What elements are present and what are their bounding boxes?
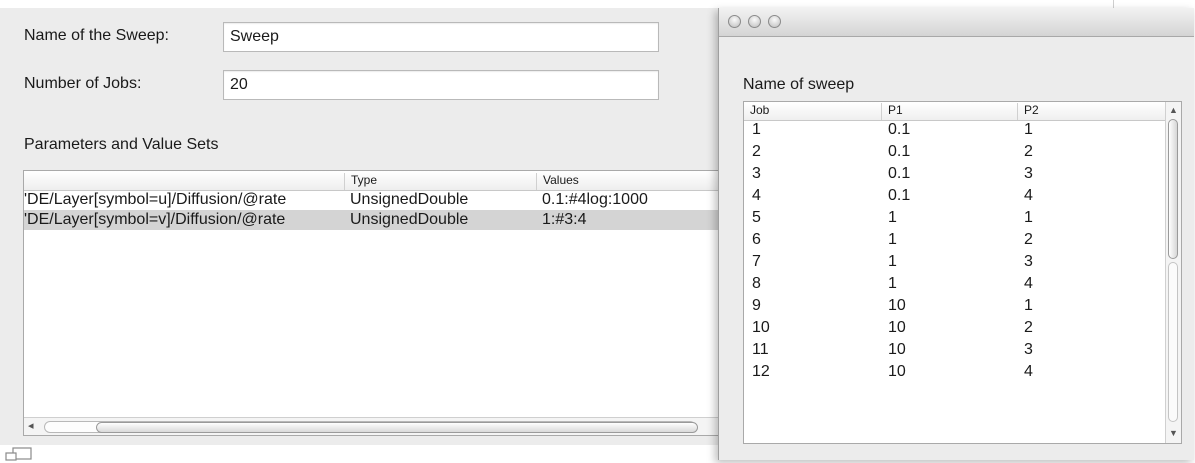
parameter-type-cell: UnsignedDouble [350, 211, 469, 228]
job-cell: 12 [752, 363, 770, 380]
parameter-values-cell: 1:#3:4 [542, 211, 587, 228]
jobs-count-input[interactable]: 20 [223, 70, 659, 100]
table-row[interactable]: 9 10 1 [744, 296, 1181, 318]
job-cell: 9 [752, 297, 761, 314]
sweep-preview-window: Name of sweep Job P1 P2 1 0.1 1 2 0.1 2 … [718, 8, 1194, 460]
p2-cell: 2 [1024, 319, 1033, 336]
parameter-values-cell: 0.1:#4log:1000 [542, 191, 648, 208]
table-row[interactable]: 5 1 1 [744, 208, 1181, 230]
p1-cell: 1 [888, 209, 897, 226]
parameter-path-cell: 'DE/Layer[symbol=u]/Diffusion/@rate [24, 191, 287, 208]
sweep-name-label: Name of the Sweep: [24, 27, 169, 44]
job-cell: 7 [752, 253, 761, 270]
p2-cell: 3 [1024, 253, 1033, 270]
p2-cell: 1 [1024, 209, 1033, 226]
p1-cell: 1 [888, 275, 897, 292]
p2-cell: 4 [1024, 363, 1033, 380]
p2-cell: 1 [1024, 121, 1033, 138]
column-header-p2[interactable]: P2 [1017, 103, 1167, 120]
p1-cell: 0.1 [888, 165, 911, 182]
table-row[interactable]: 8 1 4 [744, 274, 1181, 296]
p2-cell: 3 [1024, 165, 1033, 182]
jobs-table-header: Job P1 P2 [744, 102, 1181, 121]
p1-cell: 10 [888, 319, 906, 336]
table-row[interactable]: 12 10 4 [744, 362, 1181, 384]
window-titlebar[interactable] [719, 8, 1194, 37]
job-cell: 3 [752, 165, 761, 182]
column-header-path[interactable] [24, 173, 344, 190]
job-cell: 5 [752, 209, 761, 226]
p1-cell: 10 [888, 363, 906, 380]
parameter-path-cell: 'DE/Layer[symbol=v]/Diffusion/@rate [24, 211, 286, 228]
p2-cell: 3 [1024, 341, 1033, 358]
table-row[interactable]: 7 1 3 [744, 252, 1181, 274]
p2-cell: 4 [1024, 275, 1033, 292]
scroll-track[interactable] [1168, 262, 1178, 422]
table-row[interactable]: 1 0.1 1 [744, 120, 1181, 142]
jobs-count-label: Number of Jobs: [24, 75, 142, 92]
window-resize-icon [5, 447, 32, 461]
p1-cell: 0.1 [888, 143, 911, 160]
horizontal-scrollbar[interactable]: ◂ [24, 417, 719, 435]
divider [1113, 0, 1114, 8]
sweep-name-heading: Name of sweep [743, 76, 855, 93]
table-row[interactable]: 6 1 2 [744, 230, 1181, 252]
p1-cell: 10 [888, 341, 906, 358]
p1-cell: 0.1 [888, 187, 911, 204]
job-cell: 2 [752, 143, 761, 160]
table-row[interactable]: 10 10 2 [744, 318, 1181, 340]
p1-cell: 0.1 [888, 121, 911, 138]
table-row[interactable]: 11 10 3 [744, 340, 1181, 362]
minimize-button-icon[interactable] [748, 15, 761, 28]
down-arrow-icon[interactable]: ▼ [1169, 428, 1178, 438]
job-cell: 8 [752, 275, 761, 292]
table-row[interactable]: 3 0.1 3 [744, 164, 1181, 186]
p1-cell: 1 [888, 231, 897, 248]
table-row[interactable]: 'DE/Layer[symbol=u]/Diffusion/@rate Unsi… [24, 190, 719, 210]
p2-cell: 2 [1024, 231, 1033, 248]
table-row-selected[interactable]: 'DE/Layer[symbol=v]/Diffusion/@rate Unsi… [24, 210, 719, 230]
p2-cell: 4 [1024, 187, 1033, 204]
left-arrow-icon[interactable]: ◂ [28, 419, 34, 432]
column-header-p1[interactable]: P1 [881, 103, 1017, 120]
p1-cell: 1 [888, 253, 897, 270]
p1-cell: 10 [888, 297, 906, 314]
parameter-type-cell: UnsignedDouble [350, 191, 469, 208]
vertical-scrollbar[interactable]: ▲ ▼ [1165, 102, 1181, 443]
p2-cell: 2 [1024, 143, 1033, 160]
zoom-button-icon[interactable] [768, 15, 781, 28]
parameters-table-header: Type Values [24, 171, 719, 191]
parameters-heading: Parameters and Value Sets [24, 136, 219, 153]
job-cell: 1 [752, 121, 761, 138]
job-cell: 10 [752, 319, 770, 336]
column-header-job[interactable]: Job [744, 103, 881, 120]
job-cell: 4 [752, 187, 761, 204]
table-row[interactable]: 2 0.1 2 [744, 142, 1181, 164]
job-cell: 11 [752, 341, 769, 358]
scroll-thumb[interactable] [1168, 119, 1178, 259]
column-header-values[interactable]: Values [536, 173, 719, 190]
table-row[interactable]: 4 0.1 4 [744, 186, 1181, 208]
p2-cell: 1 [1024, 297, 1033, 314]
column-header-type[interactable]: Type [344, 173, 536, 190]
parameters-table[interactable]: Type Values 'DE/Layer[symbol=u]/Diffusio… [23, 170, 720, 436]
jobs-table[interactable]: Job P1 P2 1 0.1 1 2 0.1 2 3 0.1 3 4 0.1 … [743, 101, 1182, 444]
sweep-name-input[interactable]: Sweep [223, 22, 659, 52]
scroll-thumb[interactable] [96, 422, 698, 433]
up-arrow-icon[interactable]: ▲ [1169, 105, 1178, 115]
close-button-icon[interactable] [728, 15, 741, 28]
job-cell: 6 [752, 231, 761, 248]
